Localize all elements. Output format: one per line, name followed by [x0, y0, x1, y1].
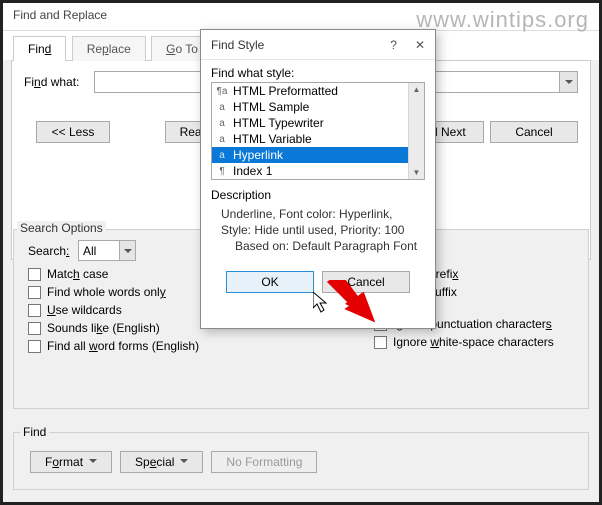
- word-forms-label: Find all word forms (English): [47, 339, 199, 353]
- cancel-button[interactable]: Cancel: [490, 121, 578, 143]
- sounds-like-label: Sounds like (English): [47, 321, 160, 335]
- special-button[interactable]: Special: [120, 451, 203, 473]
- char-style-icon: a: [216, 102, 228, 113]
- search-direction-label: Search:: [28, 244, 78, 258]
- red-arrow-annotation: [325, 280, 383, 341]
- paragraph-icon: ¶: [216, 166, 228, 177]
- no-formatting-button: No Formatting: [211, 451, 317, 473]
- help-icon[interactable]: ?: [390, 38, 397, 52]
- checkbox[interactable]: [28, 286, 41, 299]
- find-group-label: Find: [20, 425, 49, 439]
- chevron-down-icon[interactable]: [559, 72, 577, 92]
- char-style-icon: a: [216, 150, 228, 161]
- list-item: aHTML Variable: [212, 131, 424, 147]
- description-line: Underline, Font color: Hyperlink, Style:…: [221, 206, 423, 238]
- search-options-label: Search Options: [17, 221, 106, 235]
- checkbox[interactable]: [28, 304, 41, 317]
- close-icon[interactable]: ✕: [415, 38, 425, 52]
- checkbox[interactable]: [28, 322, 41, 335]
- tab-replace[interactable]: Replace: [72, 36, 146, 61]
- find-formatting-group: Find Format Special No Formatting: [13, 432, 589, 490]
- ok-button[interactable]: OK: [226, 271, 314, 293]
- watermark: www.wintips.org: [416, 7, 589, 33]
- description-line: Based on: Default Paragraph Font: [221, 238, 423, 254]
- scrollbar[interactable]: ▲▼: [408, 83, 424, 179]
- wildcards-label: Use wildcards: [47, 303, 122, 317]
- format-button[interactable]: Format: [30, 451, 112, 473]
- list-item-selected: aHyperlink: [212, 147, 424, 163]
- char-style-icon: a: [216, 134, 228, 145]
- whole-words-label: Find whole words only: [47, 285, 166, 299]
- less-button[interactable]: << Less: [36, 121, 110, 143]
- dialog-title: Find Style: [211, 38, 264, 52]
- list-item: aHTML Sample: [212, 99, 424, 115]
- find-style-dialog: Find Style ? ✕ Find what style: ¶aHTML P…: [200, 29, 436, 329]
- checkbox[interactable]: [28, 340, 41, 353]
- char-style-icon: a: [216, 118, 228, 129]
- ignore-ws-label: Ignore white-space characters: [393, 335, 554, 349]
- checkbox[interactable]: [28, 268, 41, 281]
- chevron-down-icon[interactable]: [119, 241, 135, 260]
- search-direction-value: All: [83, 244, 96, 258]
- find-what-label: Find what:: [24, 75, 94, 89]
- tab-find[interactable]: Find: [13, 36, 66, 61]
- style-list-label: Find what style:: [211, 66, 425, 80]
- style-listbox[interactable]: ¶aHTML Preformatted aHTML Sample aHTML T…: [211, 82, 425, 180]
- search-direction-select[interactable]: All: [78, 240, 136, 261]
- list-item: ¶Index 1: [212, 163, 424, 179]
- description-label: Description: [211, 188, 425, 202]
- cursor-icon: [313, 292, 331, 317]
- match-case-label: Match case: [47, 267, 108, 281]
- paragraph-icon: ¶a: [216, 86, 228, 97]
- list-item: ¶aHTML Preformatted: [212, 83, 424, 99]
- list-item: aHTML Typewriter: [212, 115, 424, 131]
